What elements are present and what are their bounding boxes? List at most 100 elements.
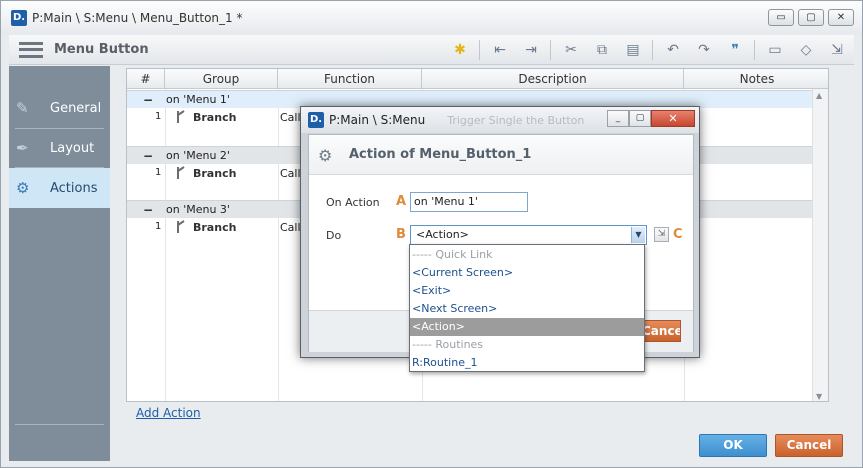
row-group: Branch <box>193 221 237 234</box>
scroll-down-icon[interactable]: ▼ <box>816 392 822 401</box>
vertical-scrollbar[interactable]: ▲ ▼ <box>812 89 828 401</box>
do-select[interactable]: <Action> ▼ <box>410 225 647 245</box>
scroll-up-icon[interactable]: ▲ <box>816 91 822 100</box>
row-function: Call <box>280 167 301 180</box>
toolbar-separator <box>754 40 755 60</box>
group-label: on 'Menu 2' <box>166 149 230 162</box>
footer-bar: OK Cancel <box>110 431 854 461</box>
table-header: # Group Function Description Notes <box>127 69 828 89</box>
cancel-button[interactable]: Cancel <box>775 434 843 457</box>
note-icon[interactable]: ▭ <box>764 39 786 61</box>
comment-icon[interactable]: ❞ <box>724 39 746 61</box>
marker-a: A <box>396 194 407 209</box>
row-group: Branch <box>193 167 237 180</box>
row-number: 1 <box>155 167 162 178</box>
toolbar: Menu Button ✱ ⇤ ⇥ ✂ ⧉ ▤ ↶ ↷ ❞ ▭ ◇ ⇲ <box>9 35 854 65</box>
redo-icon[interactable]: ↷ <box>693 39 715 61</box>
window-controls: ▭ ▢ ✕ <box>768 9 854 26</box>
resize-icon[interactable]: ⇲ <box>826 39 848 61</box>
toolbar-title: Menu Button <box>54 42 149 57</box>
column-divider <box>278 89 279 401</box>
dropdown-option-exit[interactable]: <Exit> <box>410 282 644 300</box>
row-function: Call <box>280 111 301 124</box>
actions-icon: ⚙ <box>16 179 30 197</box>
column-header-description[interactable]: Description <box>422 69 684 89</box>
collapse-icon[interactable]: − <box>143 203 153 217</box>
dialog-cancel-button[interactable]: Cancel <box>639 320 681 342</box>
dropdown-section-header: ----- Routines <box>412 338 484 351</box>
dialog-minimize-button[interactable]: _ <box>607 110 629 127</box>
row-function: Call <box>280 221 301 234</box>
undo-icon[interactable]: ↶ <box>662 39 684 61</box>
dropdown-section-header: ----- Quick Link <box>412 248 493 261</box>
dialog-close-button[interactable]: ✕ <box>651 110 695 127</box>
dialog-header: ⚙ Action of Menu_Button_1 <box>309 135 693 175</box>
sidebar-divider <box>15 424 104 425</box>
column-divider <box>165 89 166 401</box>
maximize-button[interactable]: ▢ <box>798 9 824 26</box>
outdent-icon[interactable]: ⇤ <box>489 39 511 61</box>
branch-icon <box>177 166 185 179</box>
tag-icon[interactable]: ◇ <box>795 39 817 61</box>
on-action-label: On Action <box>326 196 380 209</box>
layout-icon: ✒ <box>16 139 29 157</box>
minimize-button[interactable]: ▭ <box>768 9 794 26</box>
sidebar-item-label: Layout <box>50 140 95 156</box>
dropdown-option-next-screen[interactable]: <Next Screen> <box>410 300 644 318</box>
toolbar-separator <box>550 40 551 60</box>
toolbar-separator <box>652 40 653 60</box>
row-number: 1 <box>155 111 162 122</box>
column-header-group[interactable]: Group <box>165 69 278 89</box>
do-label: Do <box>326 229 342 242</box>
sidebar-item-label: General <box>50 100 102 116</box>
close-button[interactable]: ✕ <box>828 9 854 26</box>
app-logo-icon: D. <box>11 10 27 26</box>
ok-button[interactable]: OK <box>699 434 767 457</box>
dialog-heading: Action of Menu_Button_1 <box>349 147 532 162</box>
cut-icon[interactable]: ✂ <box>560 39 582 61</box>
group-label: on 'Menu 3' <box>166 203 230 216</box>
chevron-down-icon[interactable]: ▼ <box>631 227 645 243</box>
sidebar-item-general[interactable]: ✎ General <box>9 88 110 128</box>
marker-c: C <box>673 227 683 242</box>
dialog-window-controls: _ ▢ ✕ <box>607 110 695 127</box>
title-bar: D. P:Main \ S:Menu \ Menu_Button_1 * ▭ ▢… <box>1 1 862 35</box>
group-label: on 'Menu 1' <box>166 93 230 106</box>
dropdown-option-current-screen[interactable]: <Current Screen> <box>410 264 644 282</box>
column-header-number[interactable]: # <box>127 69 165 89</box>
general-icon: ✎ <box>16 99 29 117</box>
do-dropdown-list: ----- Quick Link <Current Screen> <Exit>… <box>409 244 645 372</box>
on-action-input[interactable]: on 'Menu 1' <box>410 192 528 212</box>
row-group: Branch <box>193 111 237 124</box>
branch-icon <box>177 220 185 233</box>
gear-icon: ⚙ <box>318 146 333 165</box>
dialog-title: P:Main \ S:Menu <box>329 113 426 127</box>
add-action-link[interactable]: Add Action <box>136 406 201 420</box>
toolbar-icons: ✱ ⇤ ⇥ ✂ ⧉ ▤ ↶ ↷ ❞ ▭ ◇ ⇲ <box>440 39 848 61</box>
copy-icon[interactable]: ⧉ <box>591 39 613 61</box>
dialog-maximize-button[interactable]: ▢ <box>629 110 651 127</box>
dialog-background-title: Trigger Single the Button <box>447 113 585 127</box>
app-logo-icon: D. <box>308 112 324 128</box>
dialog-title-bar: D. P:Main \ S:Menu Trigger Single the Bu… <box>301 107 699 133</box>
sidebar: ✎ General ✒ Layout ⚙ Actions <box>9 66 110 461</box>
column-header-function[interactable]: Function <box>278 69 422 89</box>
menu-icon[interactable] <box>19 41 43 58</box>
lightbulb-icon[interactable]: ✱ <box>449 39 471 61</box>
sidebar-item-label: Actions <box>50 180 98 196</box>
window-title: P:Main \ S:Menu \ Menu_Button_1 * <box>32 11 243 25</box>
collapse-icon[interactable]: − <box>143 93 153 107</box>
dropdown-option-action[interactable]: <Action> <box>410 318 644 336</box>
dropdown-option-routine-1[interactable]: R:Routine_1 <box>410 354 644 372</box>
marker-b: B <box>396 227 406 242</box>
indent-icon[interactable]: ⇥ <box>520 39 542 61</box>
column-header-notes[interactable]: Notes <box>684 69 828 89</box>
sidebar-item-actions[interactable]: ⚙ Actions <box>9 168 110 208</box>
branch-icon <box>177 110 185 123</box>
do-select-value: <Action> <box>416 228 469 241</box>
goto-action-button[interactable]: ⇲ <box>654 227 669 242</box>
sidebar-item-layout[interactable]: ✒ Layout <box>9 128 110 168</box>
paste-icon[interactable]: ▤ <box>622 39 644 61</box>
toolbar-separator <box>479 40 480 60</box>
collapse-icon[interactable]: − <box>143 149 153 163</box>
